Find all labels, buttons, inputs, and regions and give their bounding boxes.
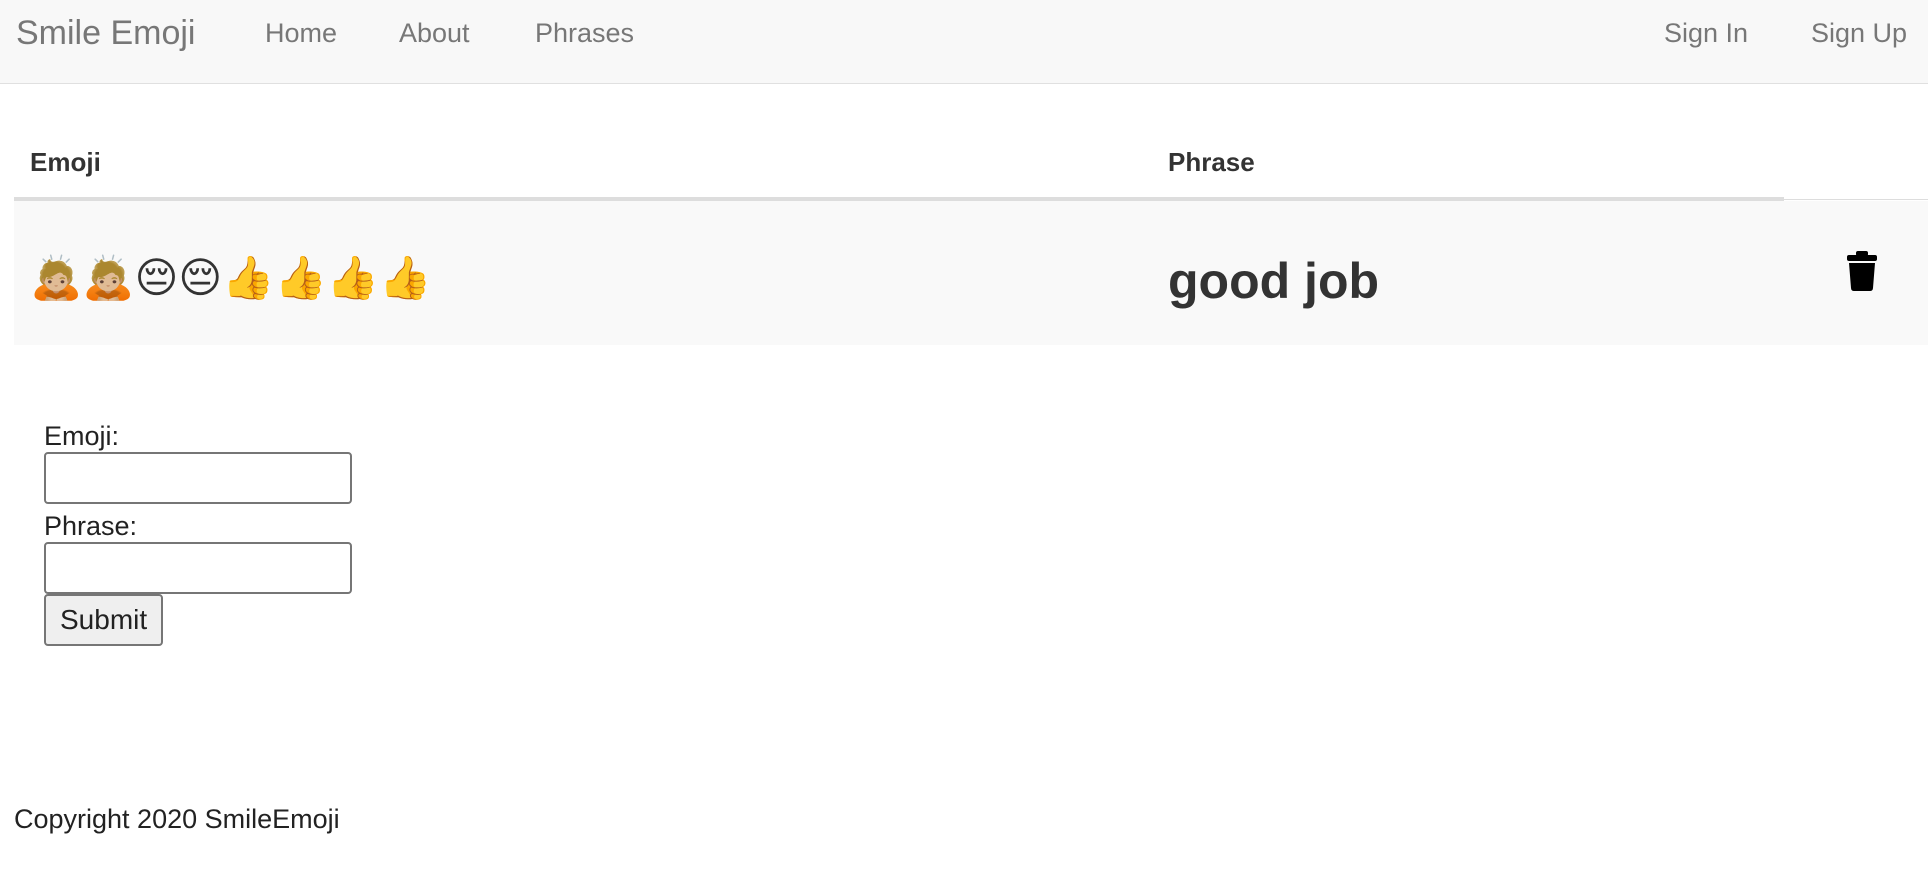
- nav-link-sign-up[interactable]: Sign Up: [1811, 18, 1907, 49]
- add-phrase-form: Emoji: Phrase: Submit: [44, 420, 352, 646]
- footer-copyright: Copyright 2020 SmileEmoji: [14, 804, 340, 834]
- column-header-emoji: Emoji: [30, 147, 101, 177]
- submit-button[interactable]: Submit: [44, 594, 164, 646]
- phrase-cell: good job: [1168, 253, 1380, 309]
- nav-link-phrases[interactable]: Phrases: [535, 18, 634, 49]
- brand-link[interactable]: Smile Emoji: [16, 14, 195, 53]
- phrase-input[interactable]: [44, 542, 352, 594]
- emoji-input[interactable]: [44, 452, 352, 504]
- emoji-label: Emoji:: [44, 421, 120, 451]
- navbar: Smile Emoji Home About Phrases Sign In S…: [0, 0, 1928, 84]
- trash-icon[interactable]: [1846, 251, 1878, 291]
- column-header-phrase: Phrase: [1168, 147, 1255, 177]
- table-row: 🙇🏼🙇🏼😔😔👍👍👍👍 good job: [14, 201, 1928, 345]
- emoji-cell: 🙇🏼🙇🏼😔😔👍👍👍👍: [30, 253, 432, 302]
- nav-link-about[interactable]: About: [399, 18, 470, 49]
- nav-link-home[interactable]: Home: [265, 18, 337, 49]
- nav-link-sign-in[interactable]: Sign In: [1664, 18, 1748, 49]
- table-header-divider-thin: [1784, 199, 1928, 200]
- phrase-label: Phrase:: [44, 511, 138, 541]
